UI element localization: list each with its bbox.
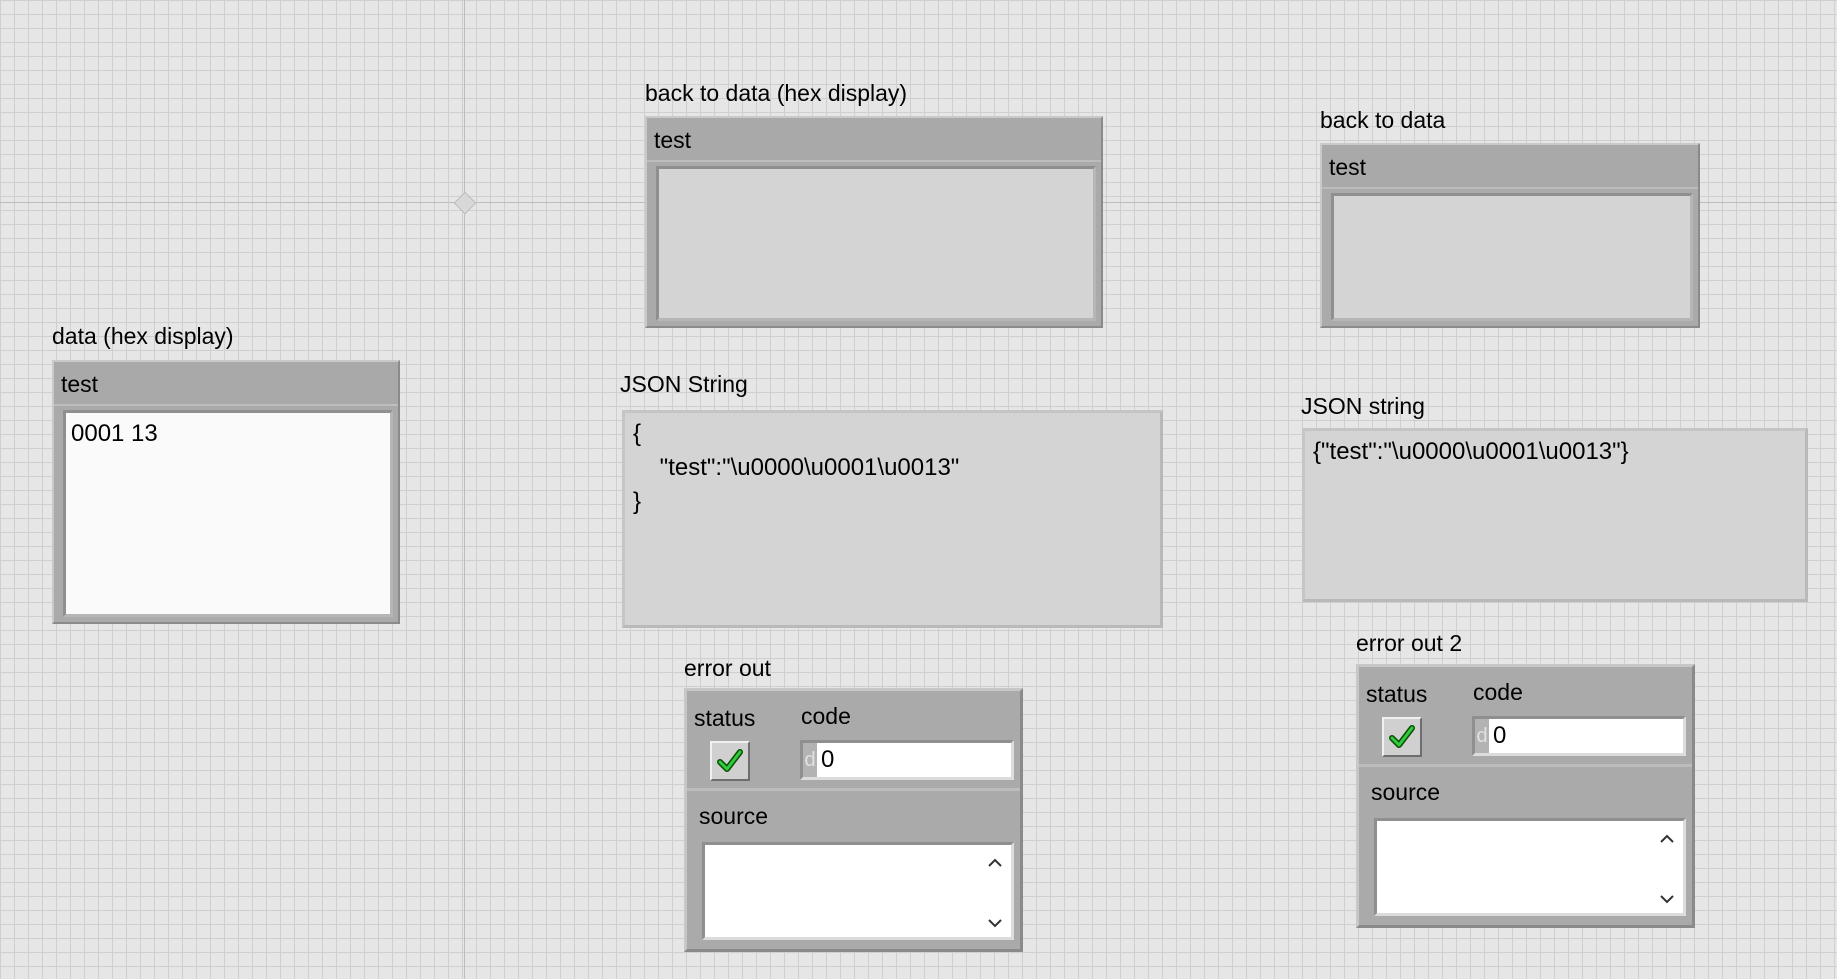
data-hex-field-label: test [54, 362, 398, 406]
error-out-2-code-value: 0 [1493, 722, 1507, 749]
scroll-down-icon[interactable] [1659, 891, 1675, 907]
error-out-2-cluster: status code d 0 source [1356, 664, 1695, 928]
canvas-vertical-guide [464, 0, 465, 979]
error-out-2-status-button[interactable] [1382, 717, 1422, 757]
error-out-code-field[interactable]: d 0 [800, 740, 1014, 780]
back-to-data-hex-label: back to data (hex display) [645, 80, 908, 106]
error-out-2-code-field[interactable]: d 0 [1472, 716, 1686, 756]
scroll-up-icon[interactable] [1659, 831, 1675, 847]
origin-diamond-icon [453, 191, 477, 215]
json-string-label: JSON string [1301, 393, 1425, 419]
json-string-field[interactable]: {"test":"\u0000\u0001\u0013"} [1302, 428, 1808, 602]
error-out-2-separator [1359, 764, 1692, 767]
back-to-data-hex-cluster: test [645, 116, 1103, 328]
error-out-code-value: 0 [821, 746, 835, 773]
back-to-data-value [1334, 196, 1690, 208]
back-to-data-hex-string-field[interactable] [656, 166, 1096, 321]
back-to-data-hex-value [659, 169, 1093, 181]
error-out-code-label: code [801, 703, 851, 729]
back-to-data-string-field[interactable] [1331, 193, 1693, 321]
back-to-data-label: back to data [1320, 107, 1446, 133]
data-hex-value: 0001 13 [71, 420, 158, 447]
json-string-pretty-field[interactable]: { "test":"\u0000\u0001\u0013" } [622, 410, 1163, 628]
error-out-2-label: error out 2 [1356, 630, 1463, 656]
error-out-2-source-field[interactable] [1374, 818, 1686, 916]
error-out-status-label: status [694, 705, 756, 731]
error-out-label: error out [684, 655, 771, 681]
back-to-data-cluster: test [1320, 143, 1700, 328]
data-hex-string-field[interactable]: 0001 13 [63, 410, 393, 617]
data-hex-cluster: test 0001 13 [52, 360, 400, 624]
check-icon [1389, 725, 1415, 748]
error-out-status-button[interactable] [710, 741, 750, 781]
error-out-2-source-label: source [1371, 779, 1441, 805]
error-out-source-field[interactable] [702, 842, 1014, 940]
scroll-down-icon[interactable] [987, 915, 1003, 931]
check-icon [717, 749, 743, 772]
back-to-data-field-label: test [1322, 145, 1698, 189]
error-out-separator [687, 788, 1020, 791]
error-out-cluster: status code d 0 source [684, 688, 1023, 952]
error-out-2-status-label: status [1366, 681, 1428, 707]
error-out-code-radix: d [803, 743, 817, 777]
scroll-up-icon[interactable] [987, 855, 1003, 871]
data-hex-label: data (hex display) [52, 323, 234, 349]
error-out-2-code-radix: d [1475, 719, 1489, 753]
error-out-source-label: source [699, 803, 769, 829]
json-string-pretty-label: JSON String [620, 371, 748, 397]
error-out-2-code-label: code [1473, 679, 1523, 705]
back-to-data-hex-field-label: test [647, 118, 1101, 162]
